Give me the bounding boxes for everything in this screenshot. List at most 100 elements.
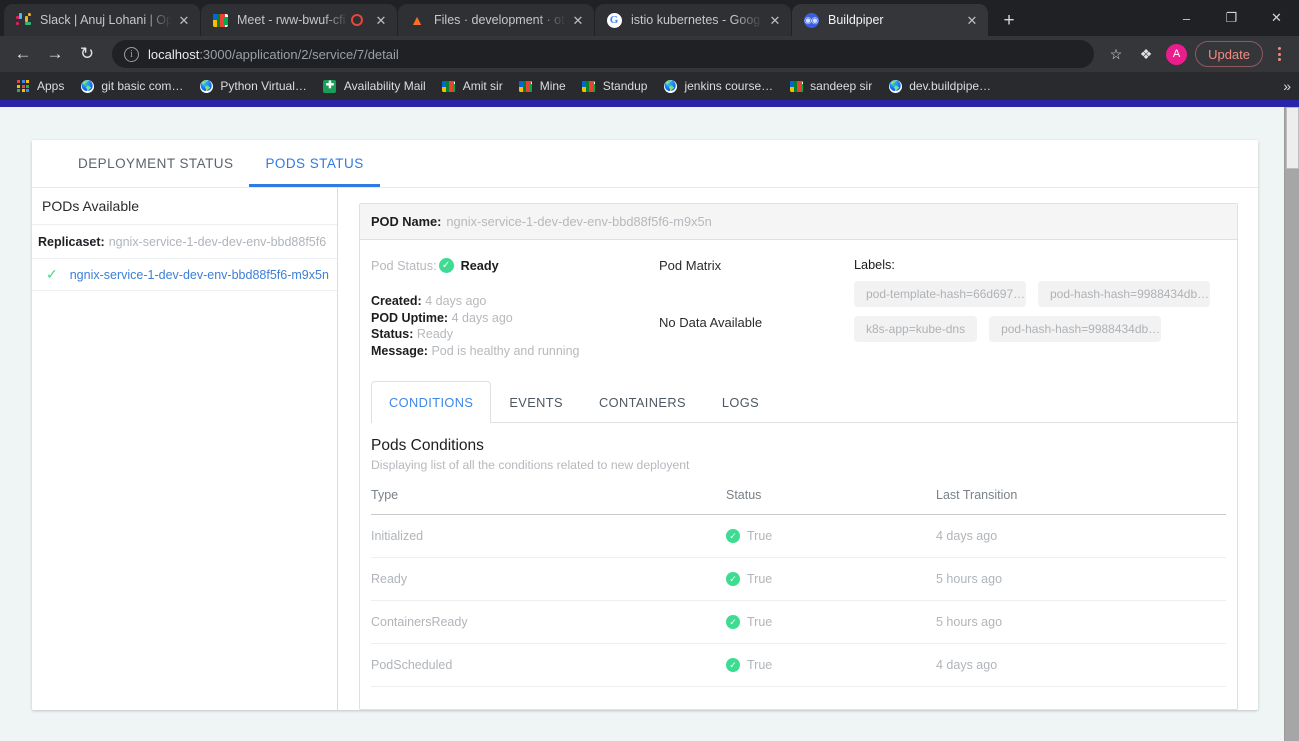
globe-icon: 🌎: [80, 79, 94, 93]
column-header-last-transition: Last Transition: [936, 488, 1226, 515]
pod-field-status: Status: Ready: [371, 326, 659, 343]
column-header-status: Status: [726, 488, 936, 515]
pod-field-created: Created: 4 days ago: [371, 293, 659, 310]
bookmark-label: Standup: [603, 79, 648, 93]
google-icon: G: [606, 12, 622, 28]
pod-detail-tabs: CONDITIONS EVENTS CONTAINERS LOGS: [371, 381, 1237, 423]
google-meet-icon: [582, 79, 596, 93]
bookmark-python-virtual[interactable]: 🌎 Python Virtual…: [191, 75, 315, 97]
bookmark-label: Mine: [540, 79, 566, 93]
close-icon[interactable]: ✕: [570, 12, 586, 28]
avatar[interactable]: A: [1166, 44, 1187, 65]
field-value: Pod is healthy and running: [431, 344, 579, 358]
pod-field-uptime: POD Uptime: 4 days ago: [371, 310, 659, 327]
tab-deployment-status[interactable]: DEPLOYMENT STATUS: [62, 140, 249, 187]
table-row: Ready ✓ True 5 hours ago: [371, 558, 1226, 601]
check-circle-icon: ✓: [726, 615, 740, 629]
cell-last-transition: 5 hours ago: [936, 601, 1226, 644]
address-bar[interactable]: i localhost:3000/application/2/service/7…: [112, 40, 1094, 68]
cell-status: ✓ True: [726, 601, 936, 644]
recording-indicator-icon: [351, 14, 363, 26]
bookmark-standup[interactable]: Standup: [574, 75, 656, 97]
bookmark-sandeep-sir[interactable]: sandeep sir: [781, 75, 880, 97]
bookmark-git-basic-commands[interactable]: 🌎 git basic com…: [72, 75, 191, 97]
cell-last-transition: 5 hours ago: [936, 558, 1226, 601]
pod-matrix-empty-state: No Data Available: [659, 315, 854, 330]
forward-button[interactable]: →: [40, 39, 70, 69]
google-meet-icon: [212, 12, 228, 28]
browser-tab-meet[interactable]: Meet - rww-bwuf-cfi ✕: [201, 4, 397, 36]
replicaset-value: ngnix-service-1-dev-dev-env-bbd88f5f6: [109, 235, 326, 249]
url-path: :3000/application/2/service/7/detail: [199, 47, 398, 62]
page-scrollbar[interactable]: [1284, 107, 1299, 741]
tab-title: Slack | Anuj Lohani | Op: [40, 13, 172, 27]
tab-conditions[interactable]: CONDITIONS: [371, 381, 491, 422]
tab-strip: Slack | Anuj Lohani | Op ✕ Meet - rww-bw…: [0, 0, 1299, 36]
table-row: PodScheduled ✓ True 4 days ago: [371, 644, 1226, 687]
bookmark-jenkins-course[interactable]: 🌎 jenkins course…: [655, 75, 781, 97]
field-label: Created:: [371, 294, 422, 308]
bookmark-mine[interactable]: Mine: [511, 75, 574, 97]
field-value: 4 days ago: [425, 294, 486, 308]
maximize-button[interactable]: ❐: [1209, 0, 1254, 36]
pods-available-title: PODs Available: [32, 188, 337, 225]
close-icon[interactable]: ✕: [964, 12, 980, 28]
extensions-puzzle-icon[interactable]: ❖: [1132, 40, 1160, 68]
bookmark-amit-sir[interactable]: Amit sir: [434, 75, 511, 97]
browser-window: Slack | Anuj Lohani | Op ✕ Meet - rww-bw…: [0, 0, 1299, 741]
pod-detail-card: POD Name: ngnix-service-1-dev-dev-env-bb…: [359, 203, 1238, 710]
status-tabs: DEPLOYMENT STATUS PODS STATUS: [32, 140, 1258, 188]
back-button[interactable]: ←: [8, 39, 38, 69]
reload-button[interactable]: ↻: [72, 39, 102, 69]
url-host: localhost: [148, 47, 199, 62]
tab-containers[interactable]: CONTAINERS: [581, 381, 704, 422]
browser-tab-buildpiper[interactable]: ◉◉ Buildpiper ✕: [792, 4, 988, 36]
new-tab-button[interactable]: +: [995, 6, 1023, 34]
status-text: True: [747, 658, 772, 672]
scrollbar-thumb[interactable]: [1286, 107, 1299, 169]
bookmark-label: dev.buildpipe…: [909, 79, 991, 93]
pod-link[interactable]: ngnix-service-1-dev-dev-env-bbd88f5f6-m9…: [70, 268, 329, 282]
site-info-icon[interactable]: i: [124, 47, 139, 62]
close-window-button[interactable]: ✕: [1254, 0, 1299, 36]
close-icon[interactable]: ✕: [373, 12, 389, 28]
page-subtitle: Displaying list of all the conditions re…: [371, 458, 1226, 472]
browser-menu-icon[interactable]: [1267, 47, 1291, 61]
tab-events[interactable]: EVENTS: [491, 381, 581, 422]
tab-pods-status[interactable]: PODS STATUS: [249, 140, 379, 187]
update-button[interactable]: Update: [1195, 41, 1263, 67]
pod-name-header: POD Name: ngnix-service-1-dev-dev-env-bb…: [360, 204, 1237, 240]
pod-status-label: Pod Status:: [371, 259, 437, 273]
bookmark-star-icon[interactable]: ☆: [1102, 40, 1130, 68]
cell-status: ✓ True: [726, 644, 936, 687]
minimize-button[interactable]: –: [1164, 0, 1209, 36]
bookmark-label: Amit sir: [463, 79, 503, 93]
browser-tab-gitlab[interactable]: ▲ Files · development · ot ✕: [398, 4, 594, 36]
bookmark-label: Python Virtual…: [220, 79, 307, 93]
check-circle-icon: ✓: [726, 658, 740, 672]
close-icon[interactable]: ✕: [767, 12, 783, 28]
field-label: Status:: [371, 327, 413, 341]
labels-title: Labels:: [854, 258, 1226, 272]
pod-matrix-column: Pod Matrix No Data Available: [659, 258, 854, 359]
check-circle-icon: ✓: [726, 529, 740, 543]
browser-tab-google-search[interactable]: G istio kubernetes - Goog ✕: [595, 4, 791, 36]
buildpiper-icon: ◉◉: [803, 12, 819, 28]
check-icon: ✓: [46, 266, 58, 283]
status-text: True: [747, 529, 772, 543]
cell-status: ✓ True: [726, 558, 936, 601]
list-item[interactable]: ✓ ngnix-service-1-dev-dev-env-bbd88f5f6-…: [32, 259, 337, 291]
app-top-strip: [0, 100, 1299, 107]
card-body: PODs Available Replicaset: ngnix-service…: [32, 188, 1258, 710]
window-controls: – ❐ ✕: [1164, 0, 1299, 36]
bookmark-apps[interactable]: Apps: [8, 75, 72, 97]
bookmarks-overflow-icon[interactable]: »: [1283, 78, 1291, 94]
bookmarks-bar: Apps 🌎 git basic com… 🌎 Python Virtual… …: [0, 72, 1299, 100]
close-icon[interactable]: ✕: [176, 12, 192, 28]
bookmark-availability-mail[interactable]: ✚ Availability Mail: [315, 75, 434, 97]
bookmark-dev-buildpiper[interactable]: 🌎 dev.buildpipe…: [880, 75, 999, 97]
status-text: True: [747, 615, 772, 629]
tab-title: Meet - rww-bwuf-cfi: [237, 13, 349, 27]
browser-tab-slack[interactable]: Slack | Anuj Lohani | Op ✕: [4, 4, 200, 36]
tab-logs[interactable]: LOGS: [704, 381, 777, 422]
